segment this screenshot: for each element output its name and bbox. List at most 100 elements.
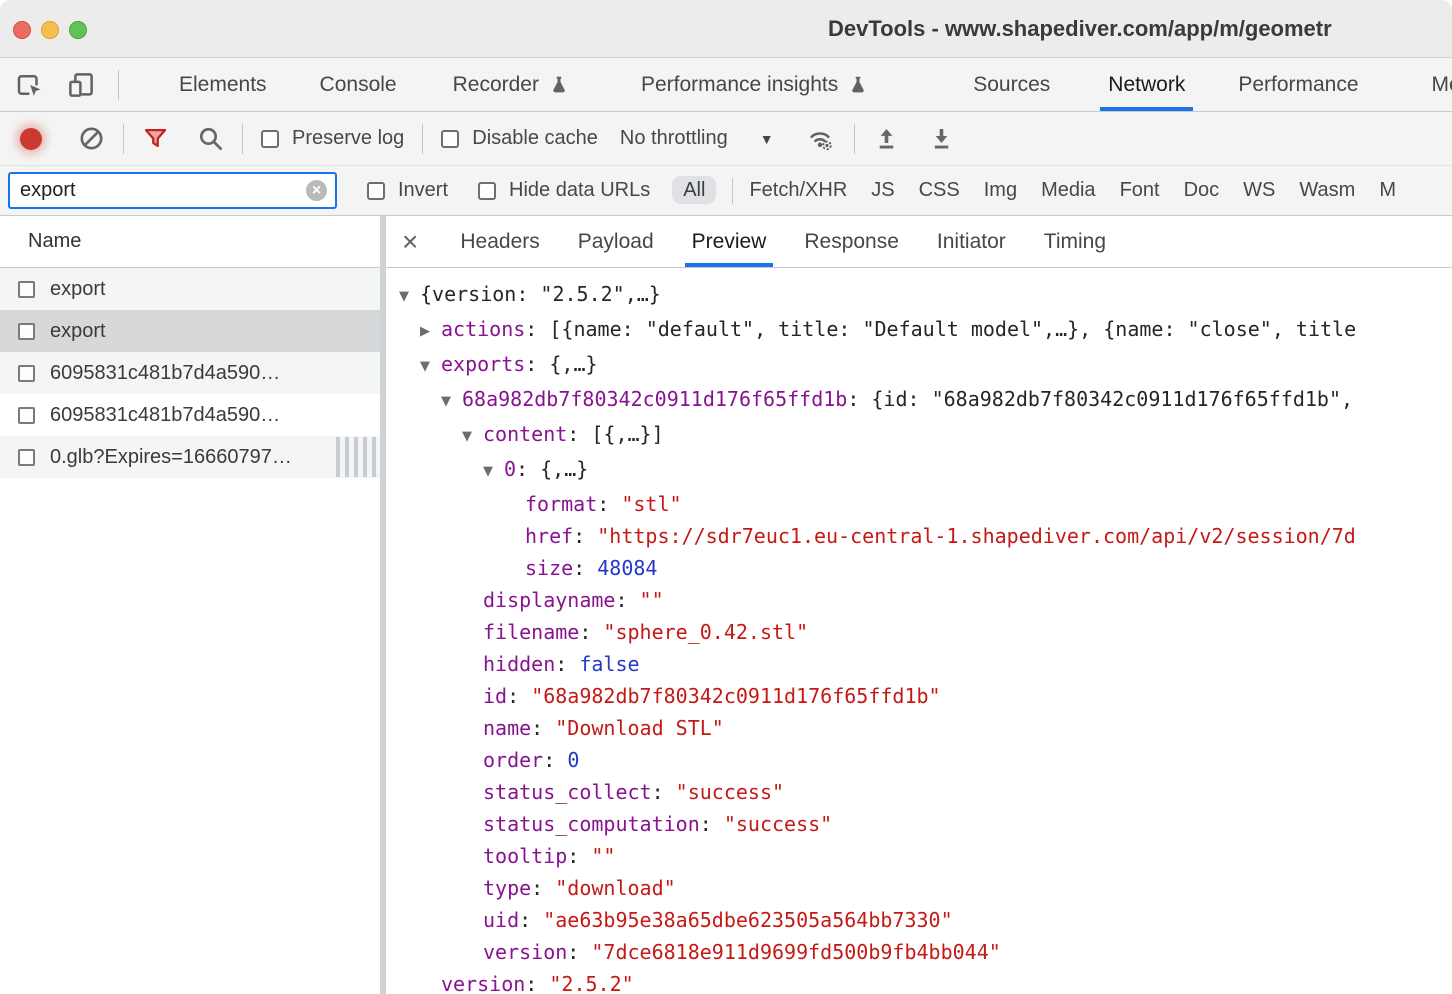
hide-data-urls-checkbox[interactable] [478,182,496,200]
table-row[interactable]: 6095831c481b7d4a590… [0,394,380,436]
tab-initiator[interactable]: Initiator [937,216,1006,267]
json-key: actions [441,317,525,341]
json-key: version [483,940,567,964]
clear-filter-icon[interactable]: × [306,180,327,201]
request-checkbox[interactable] [18,323,35,340]
tab-sources[interactable]: Sources [973,58,1050,111]
json-value-string: "download" [555,876,675,900]
resize-grip-icon[interactable] [336,437,376,477]
json-plain-text: : [567,940,591,964]
requests-panel: Name exportexport6095831c481b7d4a590…609… [0,216,380,994]
inspect-element-icon[interactable] [14,70,44,100]
json-plain-text: : [700,812,724,836]
request-detail-panel: × Headers Payload Preview Response Initiator… [386,216,1452,994]
json-value-number: 48084 [597,556,657,580]
name-column-header[interactable]: Name [0,216,380,268]
json-plain-text: : [507,684,531,708]
filter-type-font[interactable]: Font [1120,179,1160,202]
filter-type-media[interactable]: Media [1041,179,1095,202]
network-filter-input[interactable] [20,179,306,202]
json-plain-text: : [573,524,597,548]
tree-row: type: "download" [386,872,1452,904]
tree-expand-icon[interactable]: ▼ [483,456,504,488]
tree-row[interactable]: ▼content: [{,…}] [386,418,1452,453]
window-title: DevTools - www.shapediver.com/app/m/geom… [828,16,1332,42]
network-filter-bar: × Invert Hide data URLs All Fetch/XHRJSC… [0,166,1452,216]
request-checkbox[interactable] [18,281,35,298]
filter-type-ws[interactable]: WS [1243,179,1275,202]
network-conditions-icon[interactable] [804,125,836,152]
tree-row[interactable]: ▼0: {,…} [386,453,1452,488]
filter-type-img[interactable]: Img [984,179,1017,202]
json-plain-text: : [531,716,555,740]
tab-recorder[interactable]: Recorder [453,58,570,111]
json-value-string: "stl" [621,492,681,516]
tab-payload[interactable]: Payload [578,216,654,267]
filter-type-js[interactable]: JS [871,179,894,202]
invert-checkbox[interactable] [367,182,385,200]
close-detail-icon[interactable]: × [402,216,418,267]
tab-label: Elements [179,73,267,97]
json-plain-text: : {id: "68a982db7f80342c0911d176f65ffd1b… [847,387,1353,411]
json-plain-text: : [525,972,549,994]
import-har-icon[interactable] [873,125,900,152]
table-row[interactable]: 0.glb?Expires=16660797… [0,436,380,478]
tree-row: status_computation: "success" [386,808,1452,840]
json-preview-tree: ▼{version: "2.5.2",…}▶actions: [{name: "… [386,268,1452,994]
request-name: 6095831c481b7d4a590… [50,404,280,427]
record-network-log-button[interactable] [20,128,42,150]
table-row[interactable]: export [0,310,380,352]
tree-expand-icon[interactable]: ▼ [399,281,420,313]
disable-cache-label: Disable cache [472,127,598,150]
tab-performance[interactable]: Performance [1238,58,1358,111]
throttling-dropdown[interactable]: No throttling [620,127,728,150]
close-window-button[interactable] [13,21,31,39]
tree-expand-icon[interactable]: ▼ [420,351,441,383]
tab-timing[interactable]: Timing [1044,216,1106,267]
tab-elements[interactable]: Elements [179,58,267,111]
tab-network[interactable]: Network [1108,58,1185,111]
tab-preview[interactable]: Preview [692,216,767,267]
filter-type-m[interactable]: M [1379,179,1396,202]
filter-type-fetch-xhr[interactable]: Fetch/XHR [749,179,847,202]
minimize-window-button[interactable] [41,21,59,39]
request-checkbox[interactable] [18,365,35,382]
json-key: format [525,492,597,516]
filter-type-doc[interactable]: Doc [1184,179,1220,202]
tree-row[interactable]: ▶actions: [{name: "default", title: "Def… [386,313,1452,348]
tab-console[interactable]: Console [320,58,397,111]
tab-performance-insights[interactable]: Performance insights [641,58,869,111]
disable-cache-checkbox[interactable] [441,130,459,148]
export-har-icon[interactable] [928,125,955,152]
filter-type-all[interactable]: All [672,176,716,204]
request-checkbox[interactable] [18,407,35,424]
request-checkbox[interactable] [18,449,35,466]
table-row[interactable]: export [0,268,380,310]
tab-response[interactable]: Response [804,216,899,267]
filter-type-wasm[interactable]: Wasm [1299,179,1355,202]
tab-headers[interactable]: Headers [460,216,539,267]
maximize-window-button[interactable] [69,21,87,39]
search-icon[interactable] [197,125,224,152]
preserve-log-checkbox[interactable] [261,130,279,148]
filter-type-css[interactable]: CSS [919,179,960,202]
clear-network-log-icon[interactable] [78,125,105,152]
table-row[interactable]: 6095831c481b7d4a590… [0,352,380,394]
tree-row[interactable]: ▼{version: "2.5.2",…} [386,278,1452,313]
active-tab-underline [685,263,774,267]
json-plain-text: : [567,844,591,868]
chevron-down-icon[interactable]: ▼ [760,131,774,147]
filter-icon[interactable] [142,125,169,152]
json-value-string: "success" [676,780,784,804]
tree-expand-icon[interactable]: ▼ [441,386,462,418]
tree-row[interactable]: ▼exports: {,…} [386,348,1452,383]
json-key: tooltip [483,844,567,868]
tree-row[interactable]: ▼68a982db7f80342c0911d176f65ffd1b: {id: … [386,383,1452,418]
flask-icon [548,74,570,96]
tree-expand-icon[interactable]: ▶ [420,316,441,348]
device-toolbar-icon[interactable] [66,70,96,100]
json-key: version [441,972,525,994]
request-name: export [50,278,106,301]
tree-expand-icon[interactable]: ▼ [462,421,483,453]
tab-me[interactable]: Me [1432,58,1452,111]
